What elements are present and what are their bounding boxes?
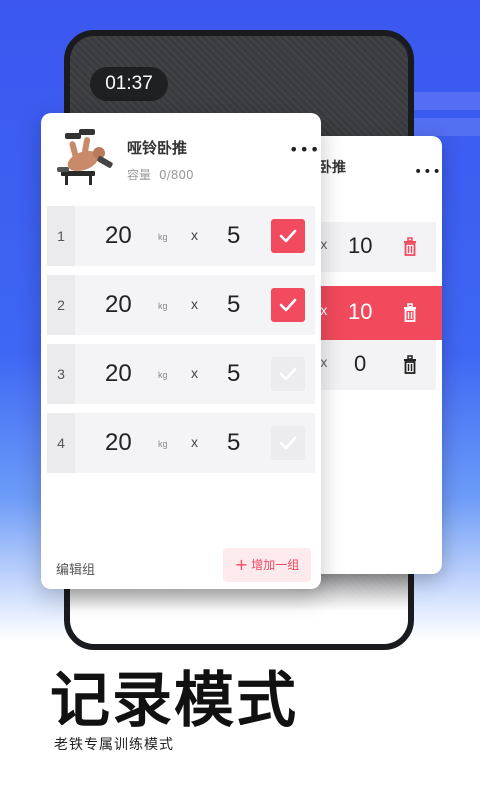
reps-value[interactable]: 5 [227,360,240,388]
trash-icon[interactable] [402,237,418,257]
capacity-label: 容量 [127,168,152,182]
times-sign: x [191,434,198,450]
exercise-card[interactable]: 哑铃卧推 容量 0/800 ••• 1 20 kg x 5 2 20 kg x 5… [41,113,321,589]
trash-icon[interactable] [402,355,418,375]
add-group-label: 增加一组 [251,558,300,572]
more-options-icon[interactable]: ••• [414,164,442,180]
times-sign: x [191,365,198,381]
set-row[interactable]: 2 20 kg x 5 [47,275,315,335]
weight-value[interactable]: 20 [105,222,132,250]
set-index: 2 [47,275,75,335]
set-index: 4 [47,413,75,473]
times-sign: x [320,238,328,253]
trash-icon[interactable] [402,303,418,323]
set-index: 3 [47,344,75,404]
weight-unit: kg [158,370,168,380]
reps-value[interactable]: 5 [227,429,240,457]
plus-icon: + [234,555,249,574]
set-complete-checkbox[interactable] [271,288,305,322]
set-complete-checkbox[interactable] [271,426,305,460]
reps-value[interactable]: 10 [348,299,372,325]
exercise-name: 哑铃卧推 [127,139,188,157]
set-complete-checkbox[interactable] [271,357,305,391]
checkmark-icon [279,229,297,243]
weight-value[interactable]: 20 [105,360,132,388]
edit-group-button[interactable]: 编辑组 [56,559,95,578]
reps-value[interactable]: 5 [227,222,240,250]
times-sign: x [191,296,198,312]
set-row[interactable]: 1 20 kg x 5 [47,206,315,266]
add-group-button[interactable]: + 增加一组 [223,548,311,582]
checkmark-icon [279,298,297,312]
weight-unit: kg [158,439,168,449]
weight-unit: kg [158,301,168,311]
checkmark-icon [279,436,297,450]
reps-value[interactable]: 0 [354,351,366,377]
subheadline: 老铁专属训练模式 [54,737,174,753]
capacity-value: 0/800 [159,168,194,182]
checkmark-icon [279,367,297,381]
set-row[interactable]: 3 20 kg x 5 [47,344,315,404]
set-row[interactable]: 4 20 kg x 5 [47,413,315,473]
reps-value[interactable]: 5 [227,291,240,319]
times-sign: x [191,227,198,243]
rest-timer: 01:37 [90,67,168,101]
reps-value[interactable]: 10 [348,233,372,259]
exercise-title: 卧推 [318,160,346,176]
headline: 记录模式 [50,666,298,736]
weight-value[interactable]: 20 [105,429,132,457]
times-sign: x [320,304,328,319]
set-complete-checkbox[interactable] [271,219,305,253]
weight-unit: kg [158,232,168,242]
more-options-icon[interactable]: ••• [289,142,320,158]
times-sign: x [320,356,328,371]
exercise-thumbnail [57,129,113,185]
exercise-capacity: 容量 0/800 [127,166,202,183]
weight-value[interactable]: 20 [105,291,132,319]
set-index: 1 [47,206,75,266]
